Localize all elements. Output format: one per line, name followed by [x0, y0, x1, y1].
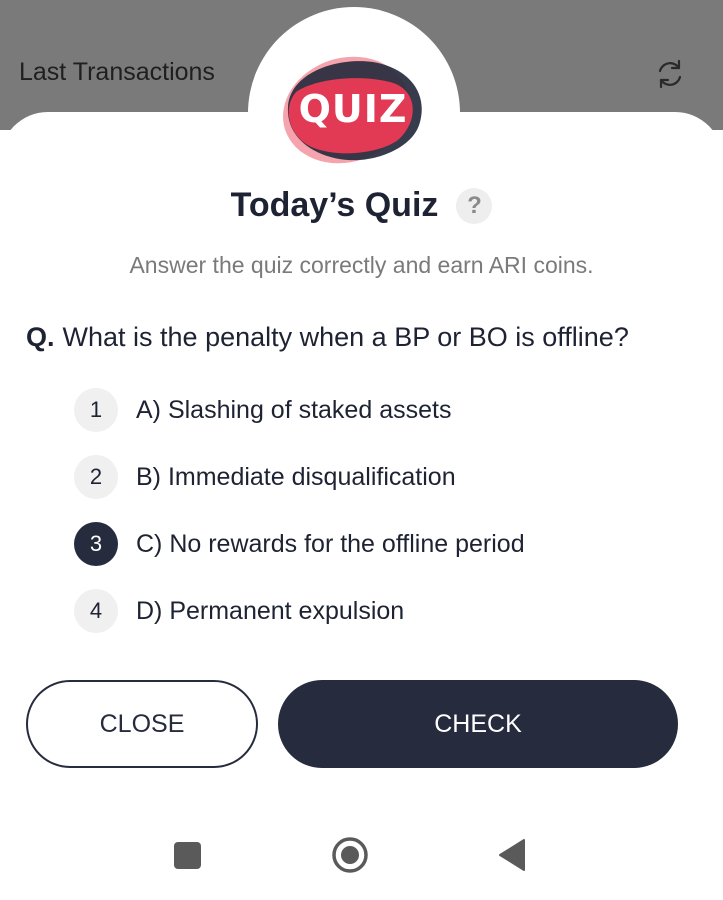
option-number: 3 — [74, 522, 118, 566]
back-icon[interactable] — [497, 838, 527, 872]
help-icon[interactable]: ? — [456, 187, 493, 224]
answer-option-d[interactable]: 4 D) Permanent expulsion — [74, 589, 694, 633]
close-button[interactable]: CLOSE — [26, 680, 258, 768]
option-number: 2 — [74, 455, 118, 499]
option-label: A) Slashing of staked assets — [136, 395, 452, 424]
answer-options: 1 A) Slashing of staked assets 2 B) Imme… — [74, 388, 694, 656]
home-icon[interactable] — [330, 835, 370, 875]
quiz-subtitle: Answer the quiz correctly and earn ARI c… — [129, 252, 594, 278]
quiz-title-row: Today’s Quiz ? — [0, 186, 723, 225]
option-label: B) Immediate disqualification — [136, 462, 456, 491]
option-label: D) Permanent expulsion — [136, 596, 405, 625]
option-number: 1 — [74, 388, 118, 432]
last-transactions-title: Last Transactions — [19, 58, 215, 86]
answer-option-b[interactable]: 2 B) Immediate disqualification — [74, 455, 694, 499]
option-number: 4 — [74, 589, 118, 633]
system-navigation-bar — [0, 818, 723, 890]
question-prefix: Q. — [26, 322, 55, 352]
quiz-logo: QUIZ — [278, 52, 428, 172]
quiz-logo-text: QUIZ — [298, 87, 408, 131]
check-button[interactable]: CHECK — [278, 680, 678, 768]
option-label: C) No rewards for the offline period — [136, 529, 525, 558]
answer-option-c[interactable]: 3 C) No rewards for the offline period — [74, 522, 694, 566]
question-text: What is the penalty when a BP or BO is o… — [62, 322, 629, 352]
answer-option-a[interactable]: 1 A) Slashing of staked assets — [74, 388, 694, 432]
recents-icon[interactable] — [174, 842, 201, 869]
quiz-title: Today’s Quiz — [230, 186, 439, 224]
quiz-question: Q. What is the penalty when a BP or BO is… — [26, 322, 706, 353]
refresh-icon[interactable] — [652, 56, 688, 92]
